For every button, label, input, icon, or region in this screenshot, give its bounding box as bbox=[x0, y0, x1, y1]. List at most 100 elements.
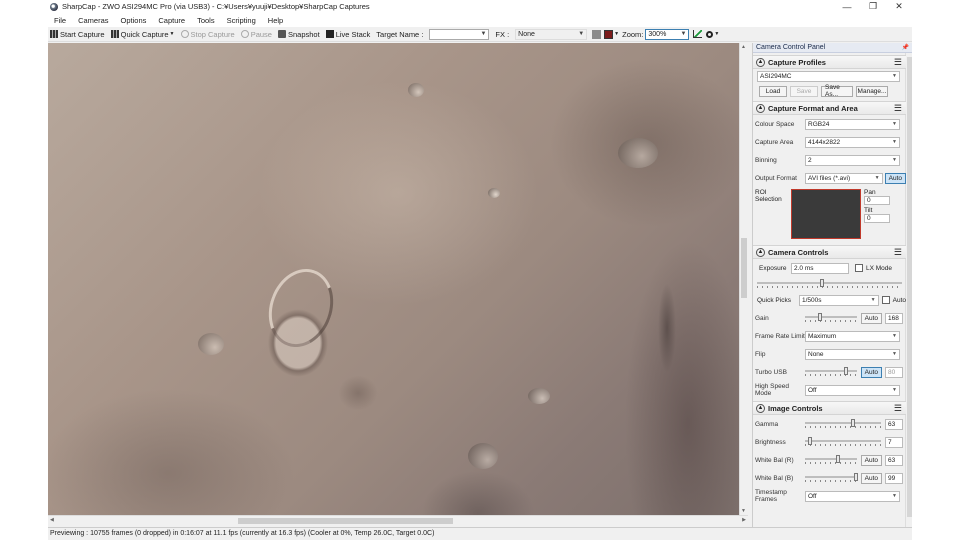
chevron-down-icon[interactable]: ▼ bbox=[614, 31, 619, 37]
turbo-usb-slider[interactable] bbox=[805, 367, 857, 377]
white-bal-r-slider[interactable] bbox=[805, 455, 857, 465]
menu-cameras[interactable]: Cameras bbox=[78, 16, 108, 25]
scroll-up-icon[interactable]: ▲ bbox=[741, 44, 746, 50]
slider-knob[interactable] bbox=[844, 367, 849, 375]
gamma-slider[interactable] bbox=[805, 419, 881, 429]
snapshot-button[interactable]: Snapshot bbox=[277, 30, 320, 39]
slider-knob[interactable] bbox=[818, 313, 823, 321]
menu-capture[interactable]: Capture bbox=[158, 16, 185, 25]
slider-knob[interactable] bbox=[850, 419, 855, 427]
white-bal-b-slider[interactable] bbox=[805, 473, 859, 483]
preview-vertical-scrollbar[interactable]: ▲ ▼ bbox=[739, 43, 748, 515]
output-format-auto-button[interactable]: Auto bbox=[884, 172, 906, 184]
profile-select[interactable]: ASI294MC ▼ bbox=[757, 70, 900, 82]
menu-file[interactable]: File bbox=[54, 16, 66, 25]
load-button[interactable]: Load bbox=[759, 85, 787, 97]
exposure-input[interactable]: 2.0 ms bbox=[791, 262, 849, 274]
maximize-button[interactable]: ❐ bbox=[860, 1, 886, 12]
menu-options[interactable]: Options bbox=[121, 16, 147, 25]
graph-icon[interactable] bbox=[693, 30, 703, 38]
turbo-usb-row: Turbo USB Auto 80 bbox=[753, 363, 906, 381]
save-button[interactable]: Save bbox=[790, 85, 818, 97]
scroll-thumb[interactable] bbox=[741, 238, 747, 298]
timestamp-select[interactable]: Off ▼ bbox=[805, 490, 900, 502]
magnifier-icon[interactable] bbox=[706, 30, 714, 38]
capture-profiles-header[interactable]: ▲ Capture Profiles ☰ bbox=[753, 55, 906, 69]
chevron-down-icon: ▼ bbox=[892, 351, 897, 357]
collapse-icon[interactable]: ▲ bbox=[756, 403, 765, 413]
start-capture-button[interactable]: Start Capture bbox=[50, 30, 105, 39]
output-format-select[interactable]: AVI files (*.avi) ▼ bbox=[805, 172, 883, 184]
hamburger-menu-icon[interactable]: ☰ bbox=[894, 403, 902, 414]
hamburger-menu-icon[interactable]: ☰ bbox=[894, 247, 902, 258]
white-bal-r-input[interactable]: 63 bbox=[885, 454, 903, 466]
frame-rate-select[interactable]: Maximum ▼ bbox=[805, 330, 900, 342]
slider-knob[interactable] bbox=[808, 437, 813, 445]
fx-select[interactable]: None ▼ bbox=[515, 28, 588, 40]
image-controls-header[interactable]: ▲ Image Controls ☰ bbox=[753, 401, 906, 415]
menu-tools[interactable]: Tools bbox=[197, 16, 215, 25]
colour-space-select[interactable]: RGB24 ▼ bbox=[805, 118, 900, 130]
color-picker-icon[interactable] bbox=[604, 29, 614, 39]
format-area-header[interactable]: ▲ Capture Format and Area ☰ bbox=[753, 101, 906, 115]
zoom-select[interactable]: 300% ▼ bbox=[645, 28, 690, 40]
flip-select[interactable]: None ▼ bbox=[805, 348, 900, 360]
hamburger-menu-icon[interactable]: ☰ bbox=[894, 103, 902, 114]
capture-area-select[interactable]: 4144x2822 ▼ bbox=[805, 136, 900, 148]
histogram-icon[interactable] bbox=[592, 29, 602, 39]
collapse-icon[interactable]: ▲ bbox=[756, 57, 765, 67]
white-bal-b-input[interactable]: 99 bbox=[885, 472, 903, 484]
live-stack-button[interactable]: Live Stack bbox=[325, 30, 370, 39]
collapse-icon[interactable]: ▲ bbox=[756, 247, 765, 257]
slider-knob[interactable] bbox=[820, 279, 825, 287]
quick-picks-select[interactable]: 1/500s ▼ bbox=[799, 294, 879, 306]
menu-scripting[interactable]: Scripting bbox=[227, 16, 256, 25]
target-name-select[interactable]: ▼ bbox=[429, 28, 490, 40]
stop-capture-button[interactable]: Stop Capture bbox=[180, 30, 235, 39]
slider-knob[interactable] bbox=[835, 455, 840, 463]
close-button[interactable]: ✕ bbox=[886, 1, 912, 12]
minimize-button[interactable]: — bbox=[834, 2, 860, 12]
camera-controls-header[interactable]: ▲ Camera Controls ☰ bbox=[753, 245, 906, 259]
gamma-input[interactable]: 63 bbox=[885, 418, 903, 430]
scroll-thumb[interactable] bbox=[907, 57, 912, 517]
gain-input[interactable]: 168 bbox=[885, 312, 903, 324]
slider-ticks bbox=[805, 320, 857, 322]
white-bal-b-auto-button[interactable]: Auto bbox=[860, 472, 882, 484]
timestamp-label: Timestamp Frames bbox=[755, 489, 787, 503]
high-speed-select[interactable]: Off ▼ bbox=[805, 384, 900, 396]
menu-bar: File Cameras Options Capture Tools Scrip… bbox=[48, 13, 912, 27]
chevron-down-icon[interactable]: ▼ bbox=[714, 31, 719, 37]
menu-help[interactable]: Help bbox=[268, 16, 283, 25]
manage-button[interactable]: Manage... bbox=[856, 85, 888, 97]
roi-selection-box[interactable] bbox=[791, 189, 861, 239]
pan-input[interactable]: 0 bbox=[864, 196, 890, 205]
hamburger-menu-icon[interactable]: ☰ bbox=[894, 57, 902, 68]
turbo-usb-input[interactable]: 80 bbox=[885, 366, 903, 378]
tilt-input[interactable]: 0 bbox=[864, 214, 890, 223]
scroll-left-icon[interactable]: ◀ bbox=[50, 517, 54, 523]
gain-auto-button[interactable]: Auto bbox=[860, 312, 882, 324]
white-bal-r-auto-button[interactable]: Auto bbox=[860, 454, 882, 466]
gamma-label: Gamma bbox=[755, 420, 779, 428]
scroll-thumb[interactable] bbox=[238, 518, 453, 524]
save-as-button[interactable]: Save As... bbox=[821, 84, 853, 98]
brightness-input[interactable]: 7 bbox=[885, 436, 903, 448]
binning-select[interactable]: 2 ▼ bbox=[805, 154, 900, 166]
exposure-slider[interactable] bbox=[757, 279, 902, 289]
quick-capture-button[interactable]: Quick Capture ▼ bbox=[110, 30, 175, 39]
scroll-down-icon[interactable]: ▼ bbox=[741, 508, 746, 514]
exposure-auto-checkbox[interactable] bbox=[881, 296, 890, 304]
panel-scrollbar[interactable] bbox=[905, 53, 912, 527]
turbo-usb-auto-button[interactable]: Auto bbox=[860, 366, 882, 378]
pin-icon[interactable]: 📌 bbox=[902, 44, 909, 51]
preview-horizontal-scrollbar[interactable]: ◀ ▶ bbox=[48, 515, 748, 525]
preview-image[interactable] bbox=[48, 43, 739, 515]
gain-slider[interactable] bbox=[805, 313, 857, 323]
pause-button[interactable]: Pause bbox=[240, 30, 272, 39]
scroll-right-icon[interactable]: ▶ bbox=[742, 517, 746, 523]
lx-mode-checkbox[interactable] bbox=[855, 264, 863, 272]
collapse-icon[interactable]: ▲ bbox=[756, 103, 765, 113]
brightness-slider[interactable] bbox=[805, 437, 881, 447]
slider-knob[interactable] bbox=[854, 473, 859, 481]
